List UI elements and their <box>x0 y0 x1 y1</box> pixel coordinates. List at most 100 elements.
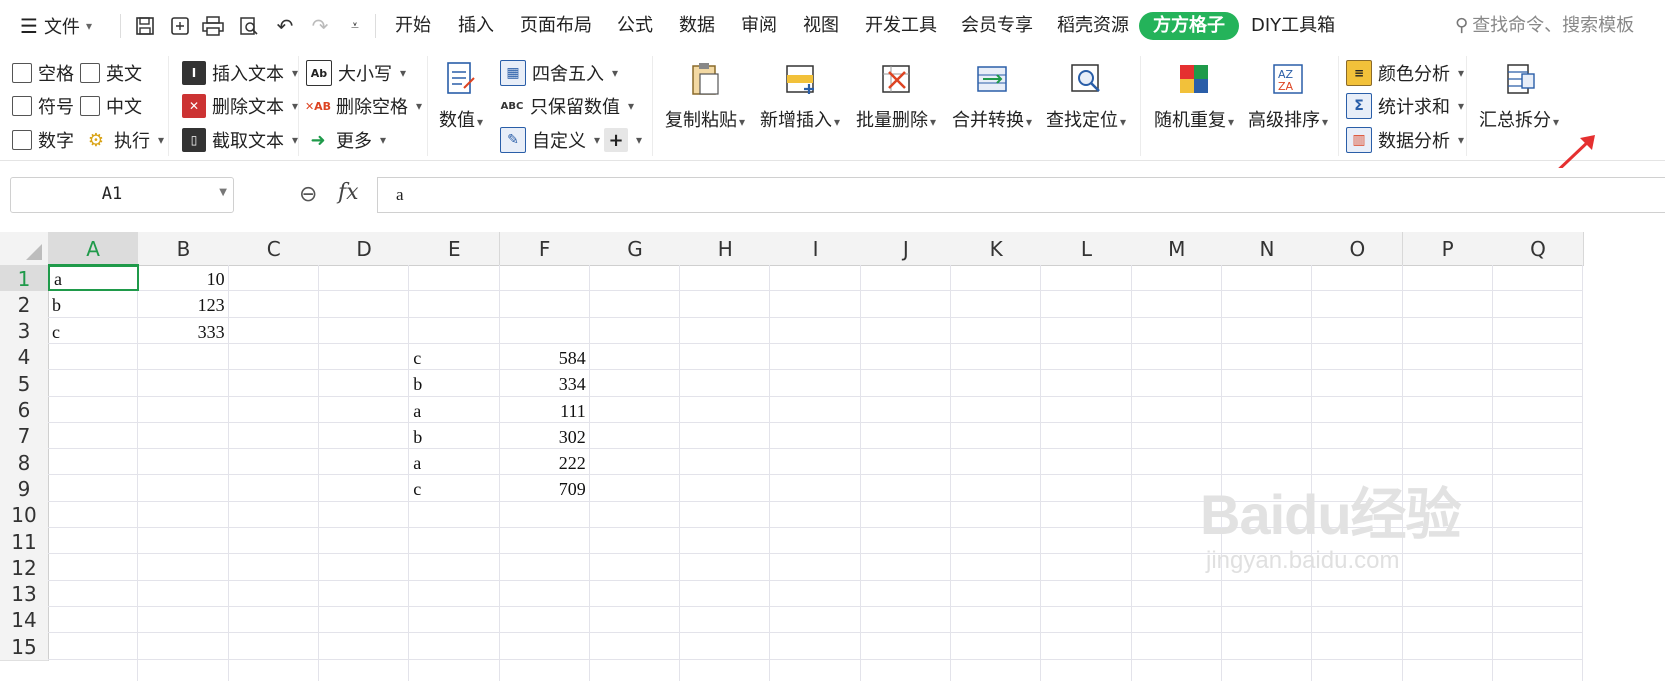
column-header-H[interactable]: H <box>680 232 772 266</box>
print-icon[interactable] <box>198 12 228 40</box>
cell-E7[interactable]: b <box>409 422 499 449</box>
print-preview-icon[interactable] <box>234 12 264 40</box>
save-icon[interactable] <box>130 12 160 40</box>
row-header-4[interactable]: 4 <box>0 343 49 372</box>
cell-B2[interactable]: 123 <box>138 290 228 317</box>
copy-paste-button[interactable]: 复制粘贴 ▾ <box>657 58 753 154</box>
custom-button[interactable]: ✎ 自定义 ▾ <box>500 127 600 153</box>
cell-E8[interactable]: a <box>409 448 499 475</box>
cell-E5[interactable]: b <box>409 369 499 396</box>
checkbox-space[interactable]: 空格 <box>12 60 74 86</box>
tab-review[interactable]: 审阅 <box>741 12 777 40</box>
add-button[interactable]: + ▾ <box>604 127 642 153</box>
tab-developer[interactable]: 开发工具 <box>865 12 937 40</box>
column-header-P[interactable]: P <box>1402 232 1494 266</box>
column-header-K[interactable]: K <box>951 232 1043 266</box>
checkbox-english[interactable]: 英文 <box>80 60 142 86</box>
column-header-O[interactable]: O <box>1312 232 1404 266</box>
row-header-3[interactable]: 3 <box>0 317 49 346</box>
insert-text-button[interactable]: I 插入文本 ▾ <box>182 60 298 86</box>
tab-fangfang-gezi[interactable]: 方方格子 <box>1139 12 1239 40</box>
merge-convert-button[interactable]: 合并转换 ▾ <box>944 58 1040 154</box>
tab-start[interactable]: 开始 <box>395 12 431 40</box>
row-header-13[interactable]: 13 <box>0 580 49 609</box>
number-button[interactable]: 数值 ▾ <box>432 58 490 154</box>
column-header-F[interactable]: F <box>499 232 591 266</box>
redo-icon[interactable]: ↷ <box>305 12 335 40</box>
column-header-M[interactable]: M <box>1131 232 1223 266</box>
random-repeat-button[interactable]: 随机重复 ▾ <box>1146 58 1242 154</box>
delete-text-button[interactable]: ✕ 删除文本 ▾ <box>182 93 298 119</box>
cell-F4[interactable]: 584 <box>500 343 590 370</box>
name-box[interactable]: A1 ▼ <box>10 177 234 213</box>
formula-input[interactable]: a <box>377 177 1665 213</box>
checkbox-chinese[interactable]: 中文 <box>80 93 142 119</box>
cell-F7[interactable]: 302 <box>500 422 590 449</box>
tab-diy-toolbox[interactable]: DIY工具箱 <box>1251 12 1335 40</box>
column-header-D[interactable]: D <box>318 232 411 266</box>
column-header-Q[interactable]: Q <box>1492 232 1585 266</box>
tab-data[interactable]: 数据 <box>679 12 715 40</box>
row-header-5[interactable]: 5 <box>0 370 49 399</box>
undo-icon[interactable]: ↶ <box>270 12 300 40</box>
cell-E6[interactable]: a <box>409 396 499 423</box>
row-header-12[interactable]: 12 <box>0 554 49 583</box>
row-header-15[interactable]: 15 <box>0 633 49 662</box>
tab-docer-resources[interactable]: 稻壳资源 <box>1057 12 1129 40</box>
customize-icon[interactable]: ⩡ <box>340 12 370 40</box>
command-search[interactable]: ⚲ 查找命令、搜索模板 <box>1455 12 1634 40</box>
remove-spaces-button[interactable]: ✕AB 删除空格 ▾ <box>305 93 422 119</box>
cell-A2[interactable]: b <box>48 290 138 317</box>
column-header-G[interactable]: G <box>589 232 682 266</box>
row-header-7[interactable]: 7 <box>0 422 49 451</box>
tab-view[interactable]: 视图 <box>803 12 839 40</box>
column-header-N[interactable]: N <box>1221 232 1314 266</box>
tab-member[interactable]: 会员专享 <box>961 12 1033 40</box>
cell-B3[interactable]: 333 <box>138 317 228 344</box>
cell-B1[interactable]: 10 <box>138 264 228 291</box>
cell-A1[interactable]: a <box>48 264 140 291</box>
column-header-C[interactable]: C <box>228 232 320 266</box>
batch-delete-button[interactable]: 批量删除 ▾ <box>848 58 944 154</box>
row-header-6[interactable]: 6 <box>0 396 49 425</box>
row-header-9[interactable]: 9 <box>0 475 49 504</box>
round-button[interactable]: ▦ 四舍五入 ▾ <box>500 60 618 86</box>
zoom-out-icon[interactable]: ⊖ <box>299 182 317 207</box>
tab-insert[interactable]: 插入 <box>458 12 494 40</box>
row-header-14[interactable]: 14 <box>0 606 49 635</box>
advanced-sort-button[interactable]: AZ ZA 高级排序 ▾ <box>1240 58 1336 154</box>
column-header-E[interactable]: E <box>409 232 501 266</box>
cell-F8[interactable]: 222 <box>500 448 590 475</box>
color-analysis-button[interactable]: ≡ 颜色分析 ▾ <box>1346 60 1464 86</box>
execute-button[interactable]: ⚙ 执行 ▾ <box>84 127 164 153</box>
cell-A3[interactable]: c <box>48 317 138 344</box>
cell-F5[interactable]: 334 <box>500 369 590 396</box>
column-header-B[interactable]: B <box>138 232 230 266</box>
keep-values-button[interactable]: ABC 只保留数值 ▾ <box>500 93 634 119</box>
column-header-J[interactable]: J <box>860 232 952 266</box>
more-button[interactable]: ➜ 更多 ▾ <box>306 127 386 153</box>
column-header-L[interactable]: L <box>1041 232 1133 266</box>
export-icon[interactable] <box>165 12 195 40</box>
cell-F9[interactable]: 709 <box>500 474 590 501</box>
insert-new-button[interactable]: 新增插入 ▾ <box>752 58 848 154</box>
cell-E9[interactable]: c <box>409 474 499 501</box>
checkbox-number[interactable]: 数字 <box>12 127 74 153</box>
function-icon[interactable]: fx <box>338 180 359 205</box>
tab-page-layout[interactable]: 页面布局 <box>520 12 592 40</box>
row-header-1[interactable]: 1 <box>0 265 49 293</box>
cell-E4[interactable]: c <box>409 343 499 370</box>
file-menu[interactable]: ☰ 文件 ▾ <box>20 12 92 40</box>
row-header-2[interactable]: 2 <box>0 291 49 320</box>
select-all-corner[interactable] <box>0 232 49 266</box>
column-header-I[interactable]: I <box>770 232 862 266</box>
checkbox-symbol[interactable]: 符号 <box>12 93 74 119</box>
extract-text-button[interactable]: ▯ 截取文本 ▾ <box>182 127 298 153</box>
column-header-A[interactable]: A <box>48 232 140 267</box>
row-header-8[interactable]: 8 <box>0 449 49 478</box>
cell-F6[interactable]: 111 <box>500 396 590 423</box>
tab-formulas[interactable]: 公式 <box>617 12 653 40</box>
find-locate-button[interactable]: 查找定位 ▾ <box>1038 58 1134 154</box>
data-analysis-button[interactable]: ▥ 数据分析 ▾ <box>1346 127 1464 153</box>
stat-sum-button[interactable]: Σ 统计求和 ▾ <box>1346 93 1464 119</box>
